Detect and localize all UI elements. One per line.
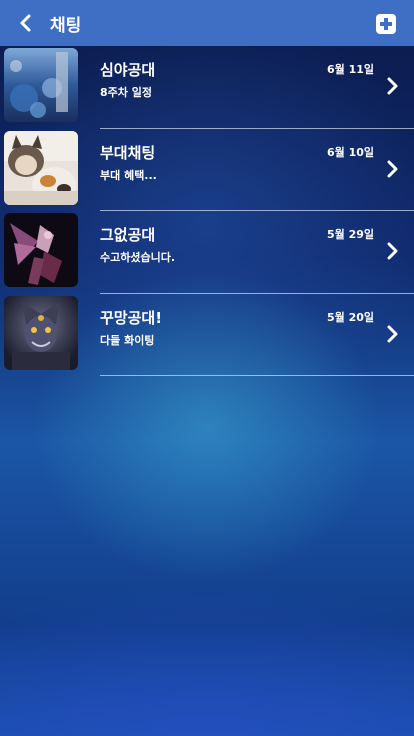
chevron-right-icon [387, 77, 398, 95]
new-chat-button[interactable] [376, 14, 396, 34]
chat-room-name: 부대채팅 [100, 143, 156, 162]
chevron-right-icon [387, 160, 398, 177]
chat-room-item[interactable]: 그없공대 수고하셨습니다. 5월 29일 [0, 211, 414, 294]
page-title: 채팅 [50, 15, 82, 36]
chat-room-item[interactable]: 부대채팅 부대 혜택... 6월 10일 [0, 129, 414, 211]
chevron-right-icon [387, 325, 398, 342]
chat-room-name: 꾸망공대! [100, 308, 163, 327]
app-header: 채팅 [0, 0, 414, 46]
last-message-preview: 다들 화이팅 [100, 333, 155, 347]
row-divider [100, 375, 414, 376]
chat-room-item[interactable]: 꾸망공대! 다들 화이팅 5월 20일 [0, 294, 414, 376]
chevron-right-icon [387, 242, 398, 260]
last-message-date: 6월 10일 [326, 145, 374, 159]
plus-icon [380, 18, 392, 30]
last-message-date: 5월 29일 [326, 228, 374, 241]
fantasy-scene-avatar [4, 48, 78, 122]
last-message-preview: 부대 혜택... [100, 168, 157, 182]
last-message-preview: 수고하셨습니다. [100, 251, 176, 264]
chevron-left-icon [20, 14, 31, 32]
chat-list: 심야공대 8주차 일정 6월 11일 부대채팅 부대 혜택... 6월 10일 … [0, 46, 414, 376]
chat-room-name: 심야공대 [100, 61, 156, 79]
back-button[interactable] [4, 0, 48, 46]
last-message-date: 6월 11일 [326, 63, 374, 76]
chat-room-item[interactable]: 심야공대 8주차 일정 6월 11일 [0, 46, 414, 129]
last-message-preview: 8주차 일정 [100, 86, 152, 99]
cats-photo-avatar [4, 130, 78, 205]
chat-room-name: 그없공대 [100, 226, 156, 244]
armored-demon-avatar [4, 295, 78, 370]
last-message-date: 5월 20일 [326, 310, 374, 324]
winged-knight-avatar [4, 213, 78, 287]
